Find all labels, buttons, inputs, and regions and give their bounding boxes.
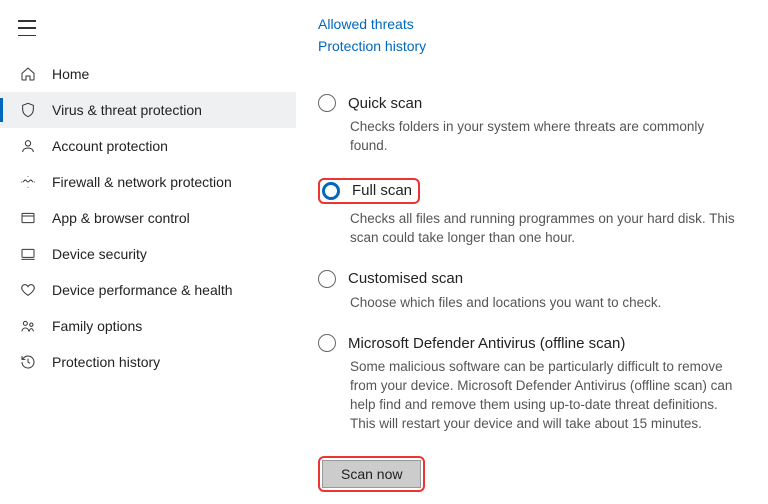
option-title: Customised scan xyxy=(348,270,463,287)
firewall-icon xyxy=(18,174,38,190)
main-content: Allowed threats Protection history Quick… xyxy=(296,0,768,504)
scan-now-button[interactable]: Scan now xyxy=(322,460,421,488)
sidebar-nav: Home Virus & threat protection Account p… xyxy=(0,56,296,380)
scan-option-full: Full scan Checks all files and running p… xyxy=(318,178,740,248)
highlight-annotation: Full scan xyxy=(318,178,420,204)
family-icon xyxy=(18,318,38,334)
option-title: Full scan xyxy=(352,182,412,199)
sidebar-item-firewall[interactable]: Firewall & network protection xyxy=(0,164,296,200)
sidebar-item-label: Firewall & network protection xyxy=(52,174,232,190)
sidebar-item-label: Protection history xyxy=(52,354,160,370)
radio-custom-scan[interactable] xyxy=(318,270,336,288)
home-icon xyxy=(18,66,38,82)
scan-option-quick: Quick scan Checks folders in your system… xyxy=(318,94,740,156)
option-description: Checks folders in your system where thre… xyxy=(350,118,740,156)
option-description: Checks all files and running programmes … xyxy=(350,210,740,248)
sidebar-item-protection-history[interactable]: Protection history xyxy=(0,344,296,380)
sidebar-item-label: Home xyxy=(52,66,89,82)
option-description: Choose which files and locations you wan… xyxy=(350,294,740,313)
device-icon xyxy=(18,246,38,262)
radio-full-scan[interactable] xyxy=(322,182,340,200)
sidebar-item-label: Family options xyxy=(52,318,142,334)
radio-quick-scan[interactable] xyxy=(318,94,336,112)
sidebar-item-virus-threat[interactable]: Virus & threat protection xyxy=(0,92,296,128)
sidebar-item-device-performance[interactable]: Device performance & health xyxy=(0,272,296,308)
option-title: Microsoft Defender Antivirus (offline sc… xyxy=(348,335,625,352)
option-title: Quick scan xyxy=(348,95,422,112)
highlight-annotation: Scan now xyxy=(318,456,425,492)
sidebar-item-label: Account protection xyxy=(52,138,168,154)
history-icon xyxy=(18,354,38,370)
sidebar-item-label: Device security xyxy=(52,246,147,262)
sidebar-item-account-protection[interactable]: Account protection xyxy=(0,128,296,164)
sidebar-item-label: App & browser control xyxy=(52,210,190,226)
hamburger-menu-icon[interactable] xyxy=(18,20,38,36)
scan-option-custom: Customised scan Choose which files and l… xyxy=(318,270,740,313)
allowed-threats-link[interactable]: Allowed threats xyxy=(318,16,740,32)
protection-history-link[interactable]: Protection history xyxy=(318,38,740,54)
shield-icon xyxy=(18,102,38,118)
account-icon xyxy=(18,138,38,154)
sidebar-item-label: Virus & threat protection xyxy=(52,102,202,118)
option-description: Some malicious software can be particula… xyxy=(350,358,740,434)
sidebar-item-home[interactable]: Home xyxy=(0,56,296,92)
heart-icon xyxy=(18,282,38,298)
browser-icon xyxy=(18,210,38,226)
scan-option-offline: Microsoft Defender Antivirus (offline sc… xyxy=(318,334,740,434)
sidebar-item-label: Device performance & health xyxy=(52,282,233,298)
sidebar-item-family-options[interactable]: Family options xyxy=(0,308,296,344)
sidebar-item-device-security[interactable]: Device security xyxy=(0,236,296,272)
sidebar-item-app-browser[interactable]: App & browser control xyxy=(0,200,296,236)
radio-offline-scan[interactable] xyxy=(318,334,336,352)
